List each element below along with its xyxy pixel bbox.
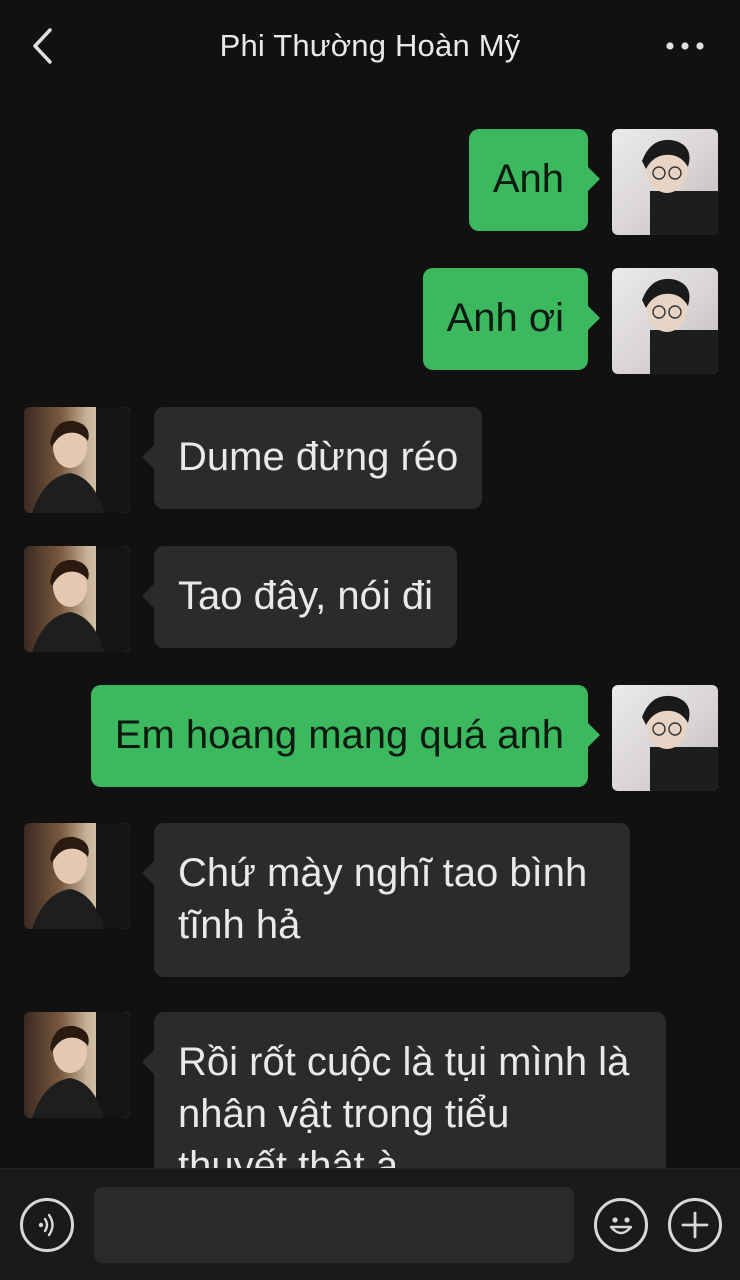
more-dots-icon: [666, 42, 704, 50]
message-bubble[interactable]: Rồi rốt cuộc là tụi mình là nhân vật tro…: [142, 1012, 666, 1168]
message-bubble[interactable]: Chứ mày nghĩ tao bình tĩnh hả: [142, 823, 630, 977]
message-input[interactable]: [94, 1187, 574, 1263]
voice-button[interactable]: [20, 1198, 74, 1252]
my-avatar[interactable]: [612, 268, 718, 374]
message-bubble[interactable]: Anh ơi: [422, 268, 601, 370]
message-bubble[interactable]: Anh: [468, 129, 601, 231]
message-bubble[interactable]: Dume đừng réo: [141, 407, 483, 509]
add-button[interactable]: [668, 1198, 722, 1252]
my-avatar[interactable]: [612, 129, 718, 235]
emoji-button[interactable]: [594, 1198, 648, 1252]
voice-icon: [38, 1213, 54, 1237]
more-button[interactable]: [660, 30, 710, 62]
my-avatar[interactable]: [612, 685, 718, 791]
contact-avatar[interactable]: [24, 1012, 130, 1118]
contact-avatar[interactable]: [24, 823, 130, 929]
emoji-icon: [609, 1217, 633, 1235]
composer-bar: [0, 1168, 740, 1280]
message-bubble[interactable]: Em hoang mang quá anh: [90, 685, 601, 787]
contact-avatar[interactable]: [24, 407, 130, 513]
chevron-left-icon: [33, 28, 52, 64]
message-list[interactable]: Anh Anh ơi Dume đừng réo Tao đây, nói đi…: [0, 92, 740, 1168]
back-button[interactable]: [22, 26, 62, 66]
message-bubble[interactable]: Tao đây, nói đi: [142, 546, 457, 648]
chat-header: Phi Thường Hoàn Mỹ: [0, 0, 740, 92]
chat-title: Phi Thường Hoàn Mỹ: [219, 28, 521, 63]
contact-avatar[interactable]: [24, 546, 130, 652]
plus-icon: [681, 1211, 709, 1239]
